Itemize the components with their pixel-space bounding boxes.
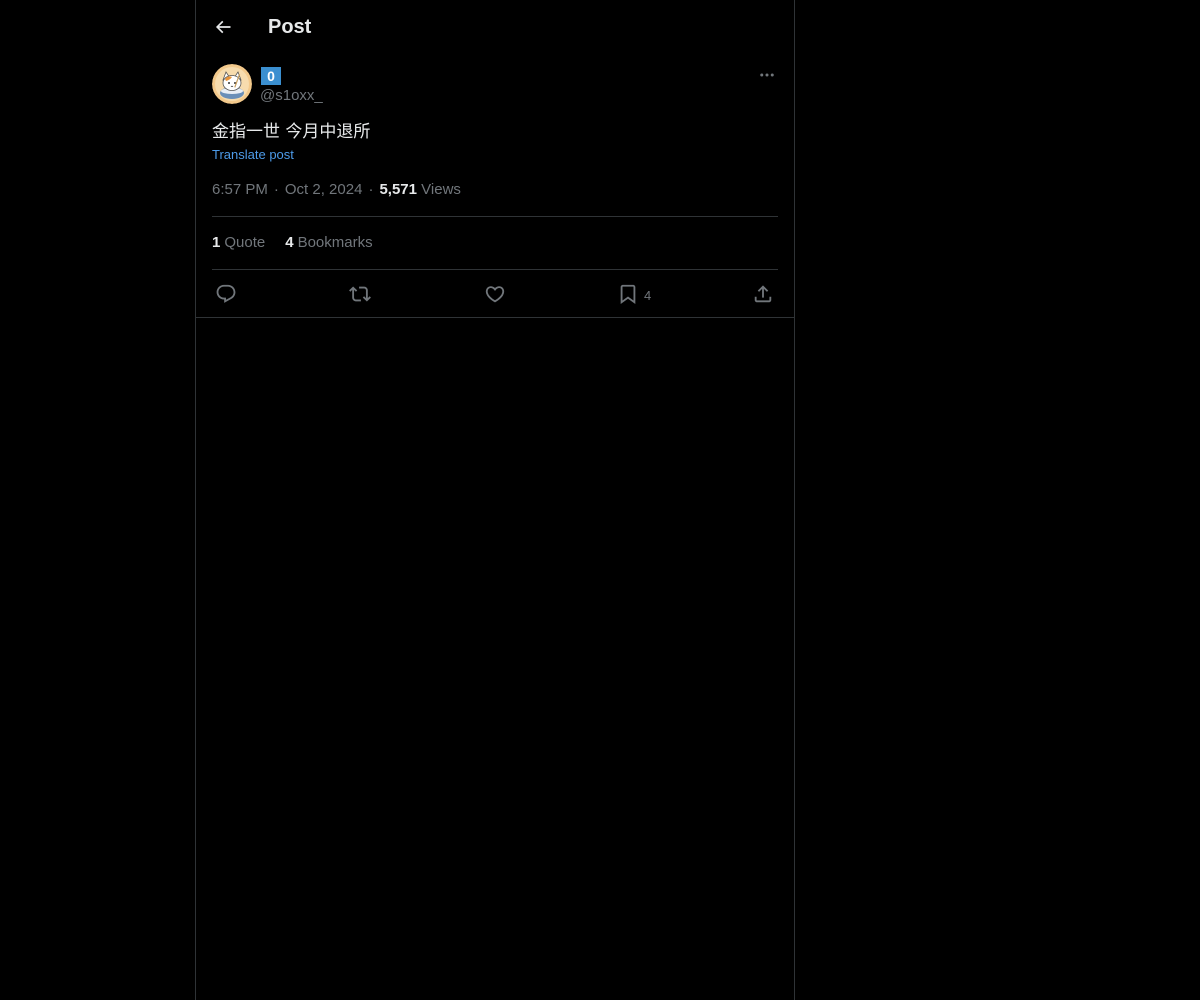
quotes-stat[interactable]: 1 Quote <box>212 233 265 253</box>
share-icon <box>754 285 772 303</box>
arrow-left-icon <box>215 20 231 34</box>
quotes-count: 1 <box>212 234 221 251</box>
divider <box>212 269 778 270</box>
repost-button[interactable] <box>349 280 371 308</box>
reply-icon <box>216 284 236 303</box>
action-bar: 4 <box>212 280 778 308</box>
like-button[interactable] <box>484 280 506 308</box>
views-count: 5,571 <box>379 181 417 198</box>
more-horizontal-icon <box>760 73 774 77</box>
repost-icon <box>349 286 371 302</box>
user-handle[interactable]: @s1oxx_ <box>260 87 323 105</box>
bookmarks-label: Bookmarks <box>297 234 373 251</box>
page-title: Post <box>268 16 312 38</box>
page-header: Post <box>196 0 794 53</box>
quotes-label: Quote <box>224 234 266 251</box>
avatar[interactable] <box>212 64 252 104</box>
more-options-button[interactable] <box>756 64 778 86</box>
post-stats: 1 Quote 4 Bookmarks <box>212 233 373 253</box>
back-button[interactable] <box>210 14 236 40</box>
post-bottom-border <box>196 317 794 318</box>
heart-icon <box>485 286 505 303</box>
reply-button[interactable] <box>215 280 237 308</box>
bookmarks-stat[interactable]: 4 Bookmarks <box>285 233 372 253</box>
post-date[interactable]: Oct 2, 2024 <box>285 181 363 198</box>
post-meta: 6:57 PM · Oct 2, 2024 · 5,571 Views <box>212 180 461 200</box>
bookmark-icon <box>620 284 636 305</box>
main-column: Post 0 @s1oxx_ 金指一世 今月中退所 Translate post… <box>195 0 795 1000</box>
bookmark-count: 4 <box>644 288 652 303</box>
bookmarks-count: 4 <box>285 234 294 251</box>
translate-post-link[interactable]: Translate post <box>212 147 294 163</box>
post-text: 金指一世 今月中退所 <box>212 122 371 142</box>
meta-separator: · <box>273 181 279 198</box>
share-button[interactable] <box>752 280 774 308</box>
display-name[interactable]: 0 <box>261 67 281 85</box>
cat-avatar-icon <box>212 64 252 104</box>
post-time[interactable]: 6:57 PM <box>212 181 268 198</box>
divider <box>212 216 778 217</box>
bookmark-button[interactable]: 4 <box>617 280 651 308</box>
views-label: Views <box>421 181 461 198</box>
meta-separator: · <box>368 181 374 198</box>
